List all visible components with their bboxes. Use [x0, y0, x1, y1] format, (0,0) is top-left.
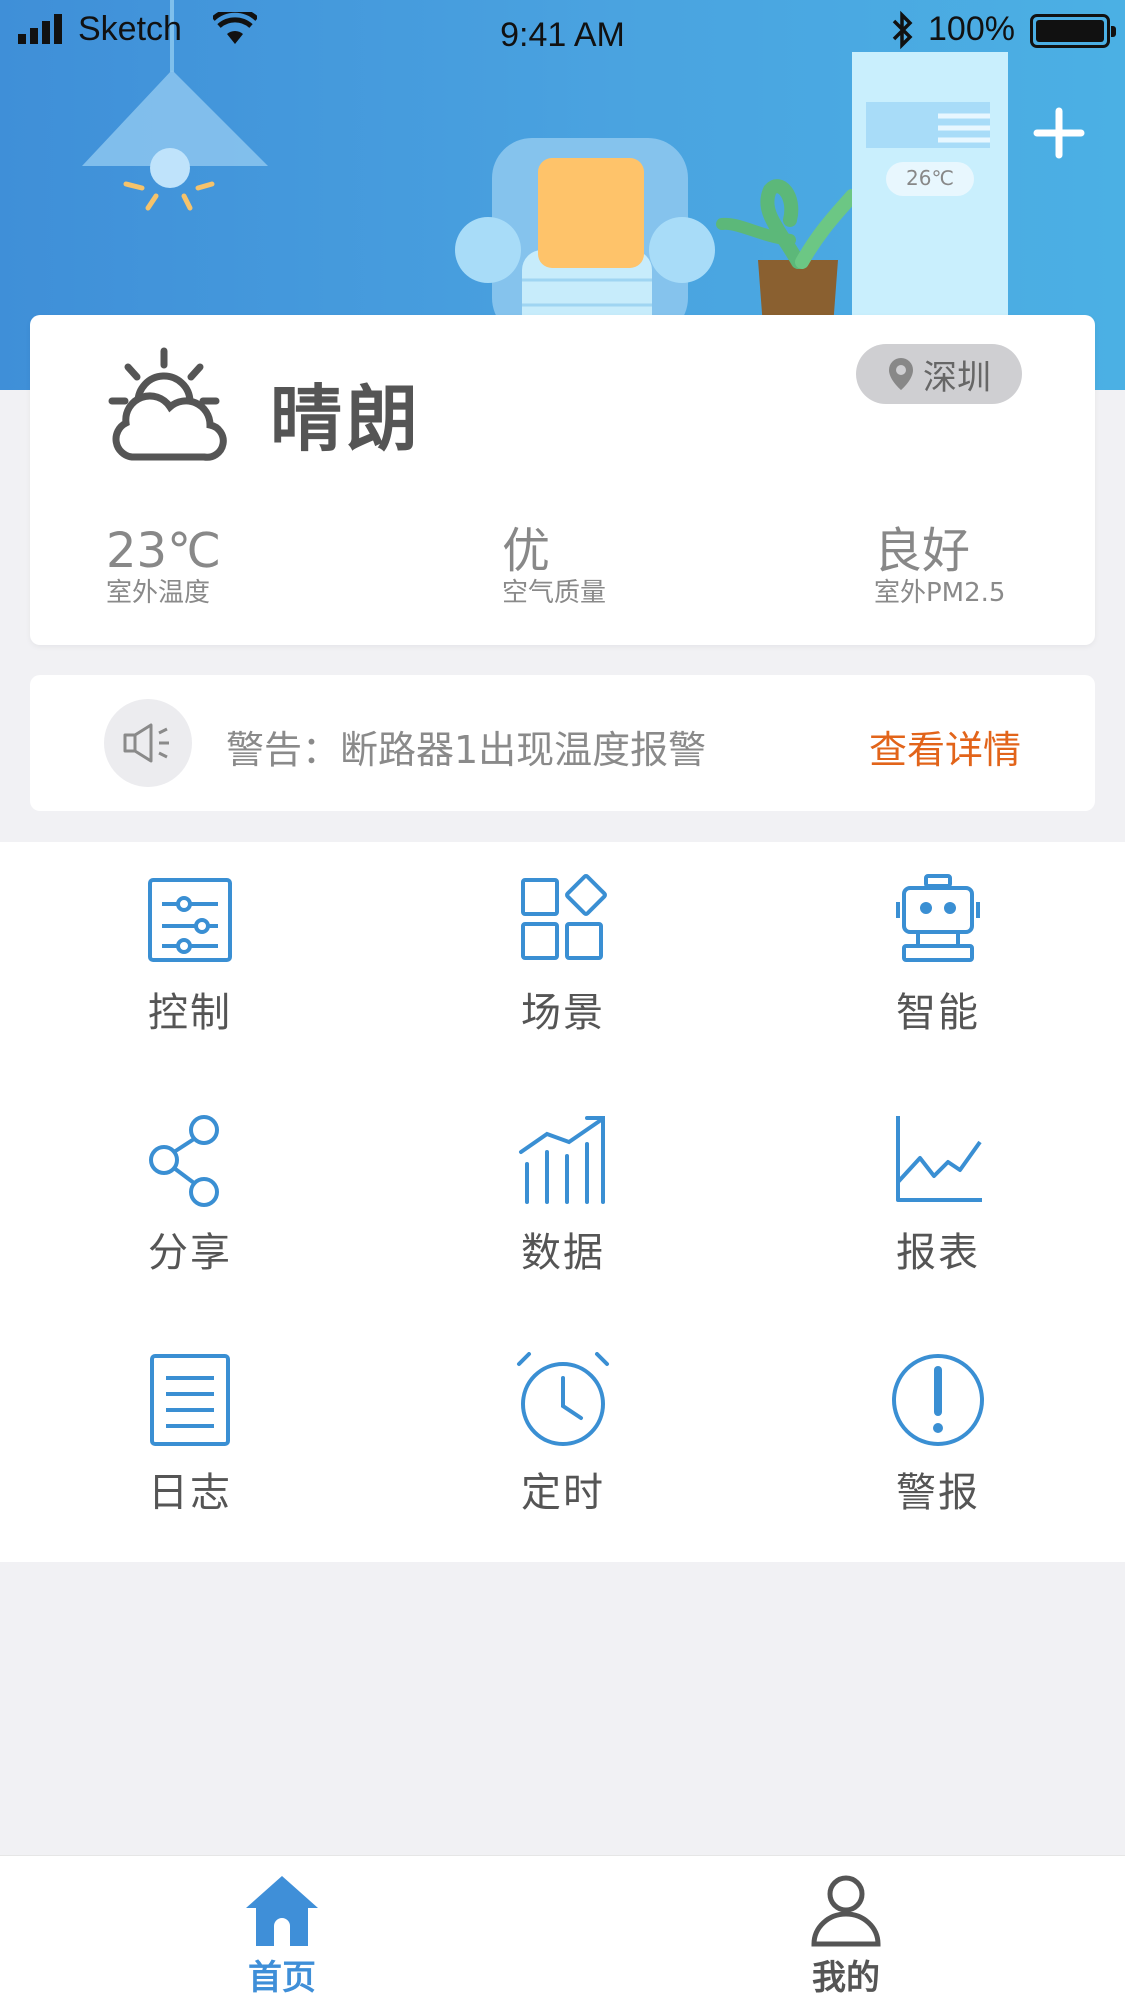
tab-label: 我的	[812, 1958, 880, 1998]
feature-log[interactable]: 日志	[70, 1322, 310, 1522]
stat-value: 优	[502, 523, 551, 579]
robot-icon	[896, 874, 980, 962]
stat-label: 室外PM2.5	[874, 578, 1006, 608]
feature-scene[interactable]: 场景	[443, 842, 683, 1042]
feature-label: 日志	[148, 1470, 232, 1516]
feature-label: 分享	[148, 1230, 232, 1276]
city-selector[interactable]: 深圳	[856, 344, 1022, 404]
feature-label: 场景	[521, 990, 605, 1036]
feature-label: 警报	[896, 1470, 980, 1516]
partly-sunny-icon	[108, 347, 227, 461]
location-pin-icon	[889, 358, 913, 390]
exclamation-icon	[892, 1354, 984, 1446]
alert-bar[interactable]: 警告：断路器1出现温度报警 查看详情	[30, 675, 1095, 811]
feature-label: 定时	[521, 1470, 605, 1516]
tab-home[interactable]: 首页	[162, 1856, 402, 2002]
feature-timer[interactable]: 定时	[443, 1322, 683, 1522]
feature-label: 控制	[148, 990, 232, 1036]
feature-label: 智能	[896, 990, 980, 1036]
share-icon	[149, 1115, 219, 1207]
tab-bar: 首页 我的	[0, 1855, 1125, 2002]
alarm-clock-icon	[517, 1352, 609, 1446]
home-icon	[246, 1876, 318, 1946]
line-chart-icon	[896, 1116, 982, 1202]
speaker-icon	[104, 699, 192, 787]
weather-condition: 晴朗	[270, 377, 423, 461]
scene-grid-icon	[521, 874, 607, 960]
ac-temperature-display: 26℃	[906, 166, 954, 190]
outdoor-temperature-stat: 23℃ 室外温度	[106, 525, 221, 609]
feature-data[interactable]: 数据	[443, 1082, 683, 1282]
city-name: 深圳	[923, 357, 991, 398]
feature-smart[interactable]: 智能	[818, 842, 1058, 1042]
weather-card: 晴朗 深圳 23℃ 室外温度 优 空气质量 良好 室外PM2.5	[30, 315, 1095, 645]
view-details-link[interactable]: 查看详情	[869, 719, 1021, 774]
add-button[interactable]	[1026, 100, 1092, 166]
plus-icon	[1033, 107, 1085, 159]
document-icon	[150, 1354, 230, 1446]
feature-label: 数据	[521, 1230, 605, 1276]
status-bar: Sketch 9:41 AM 100%	[0, 0, 1125, 60]
alert-message: 警告：断路器1出现温度报警	[226, 728, 707, 772]
feature-alarm[interactable]: 警报	[818, 1322, 1058, 1522]
stat-label: 空气质量	[502, 578, 607, 608]
feature-share[interactable]: 分享	[70, 1082, 310, 1282]
bluetooth-icon	[892, 10, 913, 50]
feature-grid: 控制 场景 智能 分享 数据 报表 日志 定时 警报	[0, 842, 1125, 1562]
air-quality-stat: 优 空气质量	[502, 525, 606, 609]
feature-label: 报表	[896, 1230, 980, 1276]
sliders-icon	[148, 878, 232, 962]
tab-label: 首页	[248, 1958, 316, 1998]
stat-value: 良好	[874, 523, 971, 579]
user-icon	[811, 1875, 881, 1947]
battery-icon	[1030, 14, 1116, 48]
stat-label: 室外温度	[106, 578, 211, 608]
pm25-stat: 良好 室外PM2.5	[874, 525, 1005, 609]
bar-chart-icon	[519, 1116, 605, 1204]
stat-value: 23℃	[106, 523, 221, 579]
battery-percentage: 100%	[928, 10, 1015, 48]
tab-mine[interactable]: 我的	[726, 1856, 966, 2002]
feature-report[interactable]: 报表	[818, 1082, 1058, 1282]
feature-control[interactable]: 控制	[70, 842, 310, 1042]
